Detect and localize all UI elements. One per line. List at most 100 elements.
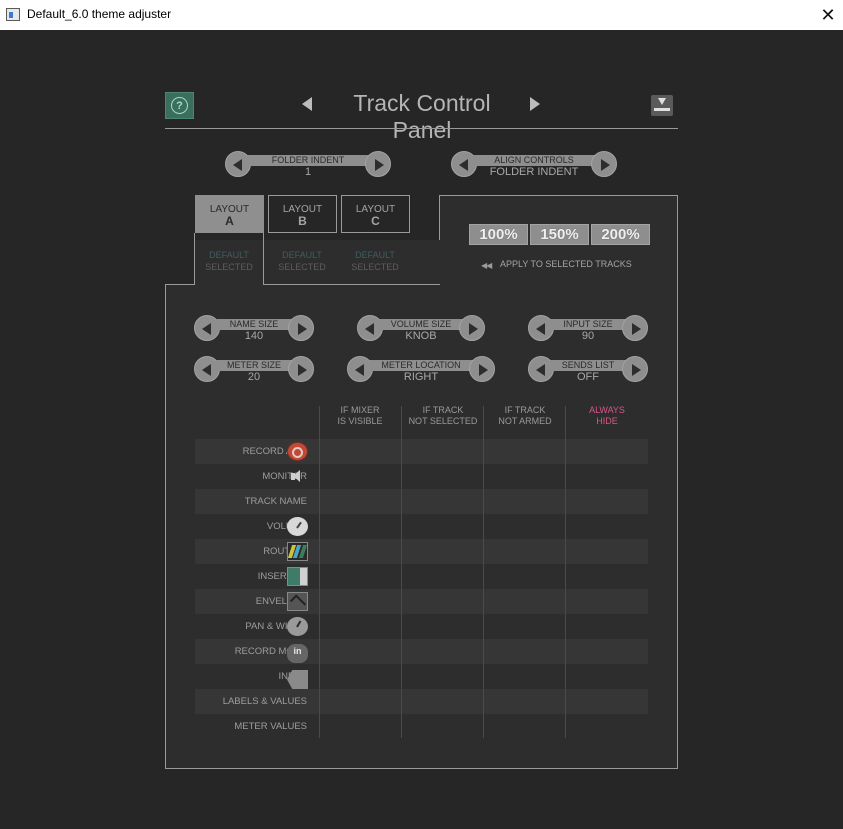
column-if-track-not-selected: IF TRACK NOT SELECTED [408, 405, 478, 426]
visibility-toggle-cell[interactable] [566, 664, 648, 689]
table-row: VOLUME [195, 514, 648, 539]
visibility-toggle-cell[interactable] [484, 714, 566, 739]
visibility-toggle-cell[interactable] [566, 464, 648, 489]
visibility-toggle-cell[interactable] [402, 714, 484, 739]
layout-tab-a[interactable]: LAYOUT A [195, 195, 264, 233]
visibility-toggle-cell[interactable] [566, 689, 648, 714]
stepper-value: RIGHT [403, 371, 439, 383]
stepper-value: 140 [244, 330, 264, 342]
visibility-toggle-cell[interactable] [402, 464, 484, 489]
visibility-toggle-cell[interactable] [320, 614, 402, 639]
meter-size-increase-button[interactable] [288, 356, 314, 382]
visibility-toggle-cell[interactable] [320, 589, 402, 614]
visibility-toggle-cell[interactable] [566, 564, 648, 589]
stepper-label: METER LOCATION [369, 360, 473, 371]
previous-page-arrow[interactable] [302, 97, 312, 111]
download-icon [658, 98, 666, 105]
input-size-increase-button[interactable] [622, 315, 648, 341]
apply-to-selected-tracks-label[interactable]: APPLY TO SELECTED TRACKS [500, 259, 632, 269]
visibility-toggle-cell[interactable] [484, 464, 566, 489]
stepper-label: VOLUME SIZE [379, 319, 463, 330]
visibility-toggle-cell[interactable] [320, 689, 402, 714]
help-button[interactable]: ? [165, 92, 194, 119]
visibility-toggle-cell[interactable] [320, 514, 402, 539]
visibility-toggle-cell[interactable] [566, 714, 648, 739]
stepper-value: OFF [577, 371, 599, 383]
visibility-toggle-cell[interactable] [484, 564, 566, 589]
align-controls-increase-button[interactable] [591, 151, 617, 177]
visibility-toggle-cell[interactable] [402, 589, 484, 614]
visibility-toggle-cell[interactable] [320, 539, 402, 564]
meter-location-stepper: METER LOCATION RIGHT [347, 356, 495, 384]
row-label: METER VALUES [234, 721, 307, 732]
visibility-toggle-cell[interactable] [484, 689, 566, 714]
visibility-toggle-cell[interactable] [484, 589, 566, 614]
visibility-toggle-cell[interactable] [402, 439, 484, 464]
scale-150-button[interactable]: 150% [530, 224, 589, 245]
visibility-toggle-cell[interactable] [484, 664, 566, 689]
table-row: PAN & WIDTH [195, 614, 648, 639]
visibility-toggle-cell[interactable] [402, 539, 484, 564]
column-divider [565, 406, 566, 738]
visibility-toggle-cell[interactable] [484, 514, 566, 539]
table-row: ROUTING [195, 539, 648, 564]
visibility-toggle-cell[interactable] [402, 514, 484, 539]
scale-100-button[interactable]: 100% [469, 224, 528, 245]
visibility-toggle-cell[interactable] [484, 614, 566, 639]
save-download-button[interactable] [651, 95, 673, 116]
layout-tab-c[interactable]: LAYOUT C [341, 195, 410, 233]
visibility-toggle-cell[interactable] [320, 464, 402, 489]
visibility-toggle-cell[interactable] [320, 564, 402, 589]
record-mode-icon: in [287, 644, 308, 663]
visibility-toggle-cell[interactable] [320, 714, 402, 739]
visibility-toggle-cell[interactable] [566, 489, 648, 514]
layout-a-preset-status: DEFAULT SELECTED [205, 250, 253, 272]
visibility-toggle-cell[interactable] [320, 639, 402, 664]
visibility-toggle-cell[interactable] [566, 589, 648, 614]
visibility-toggle-cell[interactable] [320, 489, 402, 514]
envelope-icon [287, 592, 308, 611]
folder-indent-increase-button[interactable] [365, 151, 391, 177]
visibility-toggle-cell[interactable] [402, 564, 484, 589]
table-row: RECORD MODE in [195, 639, 648, 664]
table-row: INSERT FX [195, 564, 648, 589]
pan-knob-icon [287, 617, 308, 636]
visibility-toggle-cell[interactable] [484, 539, 566, 564]
visibility-toggle-cell[interactable] [566, 514, 648, 539]
table-row: TRACK NAME [195, 489, 648, 514]
visibility-toggle-cell[interactable] [484, 639, 566, 664]
visibility-toggle-cell[interactable] [566, 614, 648, 639]
table-row: METER VALUES [195, 714, 648, 739]
layout-tab-b[interactable]: LAYOUT B [268, 195, 337, 233]
visibility-toggle-cell[interactable] [402, 614, 484, 639]
column-always-hide: ALWAYS HIDE [589, 405, 625, 426]
visibility-toggle-cell[interactable] [566, 639, 648, 664]
visibility-toggle-cell[interactable] [402, 489, 484, 514]
visibility-toggle-cell[interactable] [484, 489, 566, 514]
visibility-toggle-cell[interactable] [402, 689, 484, 714]
stepper-label: ALIGN CONTROLS [473, 155, 595, 166]
next-page-arrow[interactable] [530, 97, 540, 111]
column-if-track-not-armed: IF TRACK NOT ARMED [498, 405, 552, 426]
visibility-toggle-cell[interactable] [566, 439, 648, 464]
close-button[interactable]: ✕ [813, 0, 843, 30]
visibility-toggle-cell[interactable] [566, 539, 648, 564]
volume-size-increase-button[interactable] [459, 315, 485, 341]
stepper-value: 20 [247, 371, 261, 383]
layout-b-preset-status: DEFAULT SELECTED [278, 250, 326, 272]
name-size-stepper: NAME SIZE 140 [194, 315, 314, 343]
visibility-toggle-cell[interactable] [402, 664, 484, 689]
stepper-label: INPUT SIZE [550, 319, 626, 330]
sends-list-increase-button[interactable] [622, 356, 648, 382]
scale-200-button[interactable]: 200% [591, 224, 650, 245]
visibility-toggle-cell[interactable] [484, 439, 566, 464]
visibility-toggle-cell[interactable] [320, 439, 402, 464]
row-label: TRACK NAME [244, 496, 307, 507]
name-size-increase-button[interactable] [288, 315, 314, 341]
visibility-toggle-cell[interactable] [402, 639, 484, 664]
meter-location-increase-button[interactable] [469, 356, 495, 382]
apply-arrows-icon: ◀◀ [481, 261, 492, 270]
stepper-value: FOLDER INDENT [489, 166, 579, 178]
stepper-value: 90 [581, 330, 595, 342]
visibility-toggle-cell[interactable] [320, 664, 402, 689]
